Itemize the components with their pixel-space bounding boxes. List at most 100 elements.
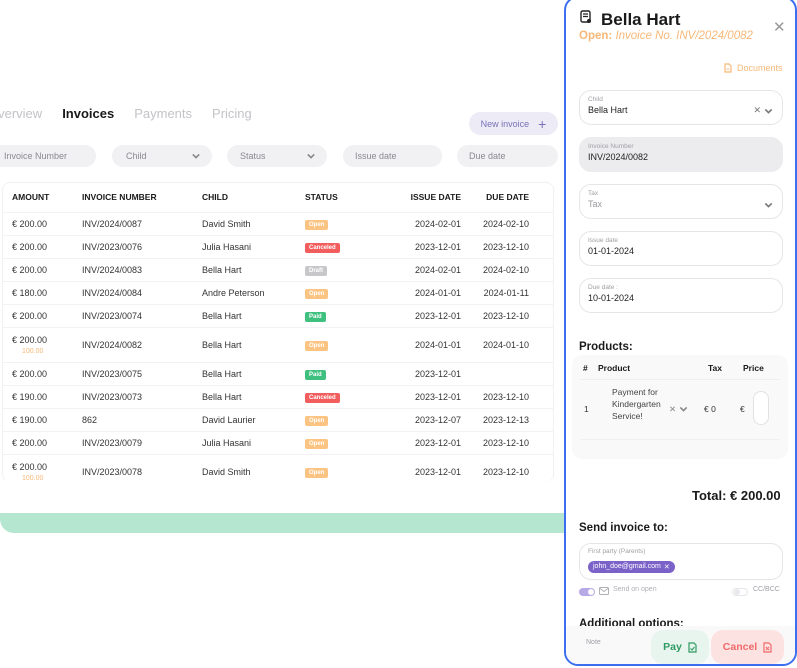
due-date-cell: 2023-12-10 (461, 453, 553, 482)
close-icon[interactable]: ✕ (773, 20, 786, 35)
status-cell: Open (305, 430, 378, 454)
product-name[interactable]: Payment for Kindergarten Service! (610, 386, 666, 422)
issue-date-field-value: 01-01-2024 (588, 246, 635, 256)
invoice-status-label: Open: (579, 30, 613, 42)
table-row[interactable]: € 190.00 INV/2023/0073 Bella Hart Canceled 2… (3, 384, 553, 408)
invoice-number-cell: INV/2023/0075 (82, 361, 202, 385)
table-row[interactable]: € 200.00 INV/2023/0075 Bella Hart Paid 2023-… (3, 361, 553, 385)
chevron-down-icon (307, 153, 315, 159)
tab-payments[interactable]: Payments (134, 106, 192, 121)
invoice-number-subtitle: Invoice No. INV/2024/0082 (615, 30, 753, 42)
column-header-amount[interactable]: AMOUNT (3, 183, 82, 212)
child-select[interactable]: Child Bella Hart ✕ (579, 90, 783, 125)
chevron-down-icon[interactable] (764, 107, 773, 115)
tab-invoices[interactable]: Invoices (62, 106, 114, 121)
cc-bcc-toggle[interactable] (732, 588, 748, 596)
status-badge: Paid (305, 369, 326, 380)
products-table: # Product Tax Price 1 Payment for Kinder… (572, 355, 788, 459)
due-date-field[interactable]: Due date : 10-01-2024 (579, 278, 783, 313)
recipients-field[interactable]: First party (Parents) john_doe@gmail.com… (579, 543, 783, 580)
issue-date-cell: 2023-12-01 (378, 384, 461, 408)
amount: € 200.00 (12, 310, 48, 321)
amount: € 200.00 (12, 368, 48, 379)
issue-date-filter[interactable]: Issue date (343, 145, 442, 167)
send-on-open-toggle[interactable] (579, 588, 595, 596)
chevron-down-icon[interactable] (679, 405, 688, 413)
table-row[interactable]: € 190.00 862 David Laurier Open 2023-12-07 20… (3, 407, 553, 431)
child-cell: David Smith (202, 211, 305, 235)
clear-icon[interactable]: ✕ (753, 105, 761, 116)
status-cell: Open (305, 280, 378, 304)
pay-button[interactable]: Pay (651, 630, 709, 664)
documents-link[interactable]: Documents (724, 63, 783, 73)
column-header-status[interactable]: STATUS (305, 183, 378, 212)
pay-label: Pay (663, 641, 682, 653)
products-column-price: Price (743, 363, 764, 373)
child-field-label: Child (588, 96, 603, 103)
panel-subtitle: Open: Invoice No. INV/2024/0082 (579, 30, 753, 42)
table-row[interactable]: € 180.00 INV/2024/0084 Andre Peterson Open 2… (3, 280, 553, 304)
send-invoice-title: Send invoice to: (579, 522, 668, 534)
amount-cell: € 200.00 100.00 (3, 326, 82, 362)
new-invoice-button[interactable]: New invoice + (469, 112, 558, 135)
table-row[interactable]: € 200.00 INV/2023/0074 Bella Hart Paid 2023-… (3, 303, 553, 327)
invoice-number-field-label: Invoice Number (588, 143, 634, 150)
product-index: 1 (584, 404, 589, 414)
column-header-issue-date[interactable]: ISSUE DATE (378, 183, 461, 212)
amount-cell: € 190.00 (3, 407, 82, 431)
product-price-input[interactable] (753, 391, 769, 425)
amount-cell: € 200.00 (3, 211, 82, 235)
tax-field-placeholder: Tax (588, 199, 603, 209)
document-x-icon (763, 641, 772, 653)
child-filter[interactable]: Child (112, 145, 212, 167)
cancel-button[interactable]: Cancel (711, 630, 784, 664)
status-placeholder: Status (240, 151, 266, 161)
invoice-number-cell: INV/2024/0082 (82, 326, 202, 362)
issue-date-cell: 2023-12-01 (378, 303, 461, 327)
status-cell: Open (305, 326, 378, 362)
remaining-amount: 100.00 (22, 474, 44, 482)
table-row[interactable]: € 200.00 INV/2023/0079 Julia Hasani Open 202… (3, 430, 553, 454)
status-badge: Draft (305, 265, 328, 276)
child-cell: Julia Hasani (202, 234, 305, 258)
document-check-icon (688, 641, 697, 653)
column-header-child[interactable]: CHILD (202, 183, 305, 212)
column-header-due-date[interactable]: DUE DATE (461, 183, 553, 212)
cc-bcc-label: CC/BCC (753, 586, 780, 593)
product-clear-icon[interactable]: ✕ (669, 404, 676, 415)
invoice-number-field-value: INV/2024/0082 (588, 152, 649, 162)
status-badge: Open (305, 340, 329, 351)
status-badge: Canceled (305, 392, 340, 403)
product-currency: € (740, 404, 745, 414)
status-badge: Open (305, 219, 329, 230)
tax-select[interactable]: Tax Tax (579, 184, 783, 219)
table-row[interactable]: € 200.00 100.00 INV/2023/0078 David Smith Op… (3, 453, 553, 482)
issue-date-cell: 2024-01-01 (378, 326, 461, 362)
child-cell: Bella Hart (202, 257, 305, 281)
status-cell: Paid (305, 361, 378, 385)
tab-overview[interactable]: Overview (0, 106, 42, 121)
invoice-detail-panel: Bella Hart Open: Invoice No. INV/2024/00… (564, 0, 797, 666)
table-row[interactable]: € 200.00 INV/2024/0083 Bella Hart Draft 2024… (3, 257, 553, 281)
table-row[interactable]: € 200.00 INV/2024/0087 David Smith Open 2024… (3, 211, 553, 235)
products-column-tax: Tax (708, 363, 723, 373)
issue-date-field[interactable]: Issue date 01-01-2024 (579, 231, 783, 266)
divider (580, 379, 780, 380)
tab-pricing[interactable]: Pricing (212, 106, 252, 121)
invoice-number-field[interactable]: Invoice Number INV/2024/0082 (579, 137, 783, 172)
due-date-filter[interactable]: Due date (457, 145, 558, 167)
status-badge: Open (305, 438, 329, 449)
status-cell: Open (305, 211, 378, 235)
invoice-number-filter[interactable]: Invoice Number (0, 145, 96, 167)
remove-recipient-icon[interactable]: ✕ (664, 563, 670, 571)
issue-date-cell: 2023-12-01 (378, 453, 461, 482)
recipient-email: john_doe@gmail.com (593, 563, 661, 570)
due-date-cell: 2023-12-10 (461, 234, 553, 258)
amount-cell: € 200.00 (3, 361, 82, 385)
status-filter[interactable]: Status (227, 145, 327, 167)
table-row[interactable]: € 200.00 100.00 INV/2024/0082 Bella Hart Ope… (3, 326, 553, 362)
note-label[interactable]: Note (586, 639, 601, 646)
table-row[interactable]: € 200.00 INV/2023/0076 Julia Hasani Cancele… (3, 234, 553, 258)
column-header-invoice-number[interactable]: INVOICE NUMBER (82, 183, 202, 212)
chevron-down-icon[interactable] (764, 201, 773, 209)
